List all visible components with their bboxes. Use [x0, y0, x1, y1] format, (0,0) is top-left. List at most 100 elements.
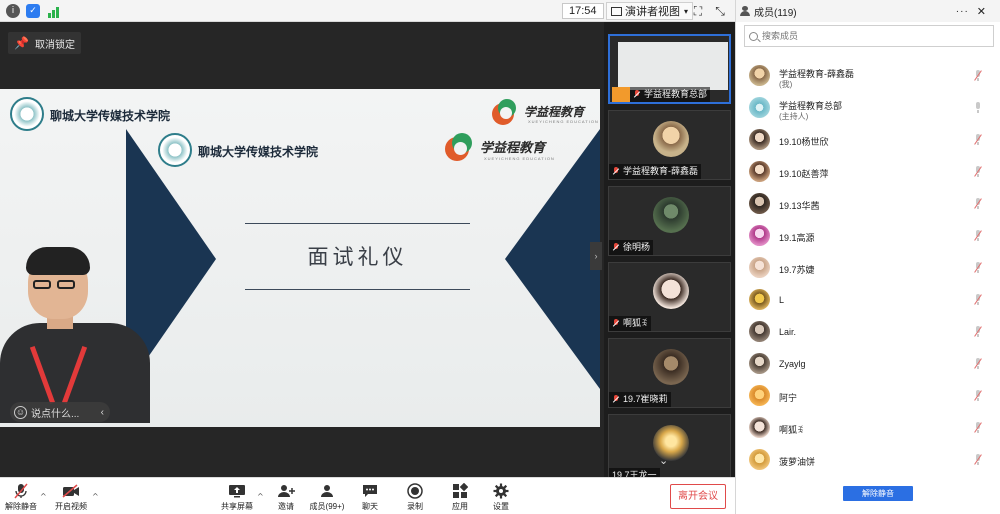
- member-row[interactable]: 19.7苏婕: [749, 253, 994, 283]
- mic-muted-icon[interactable]: [973, 326, 983, 338]
- member-row[interactable]: Lair.: [749, 317, 994, 347]
- exit-fullscreen-icon[interactable]: ⤡: [712, 3, 728, 19]
- member-row[interactable]: 菠萝油饼: [749, 445, 994, 475]
- record-button[interactable]: 录制: [390, 482, 440, 512]
- member-row[interactable]: 19.10赵善萍: [749, 157, 994, 187]
- avatar: [749, 385, 770, 406]
- avatar: [749, 321, 770, 342]
- chat-input[interactable]: ☺ 说点什么... ‹: [10, 402, 110, 422]
- member-row[interactable]: 学益程教育-薛鑫磊 (我): [749, 61, 994, 91]
- mic-muted-icon[interactable]: [973, 134, 983, 146]
- member-row[interactable]: 学益程教育总部 (主持人): [749, 93, 994, 123]
- mic-muted-icon[interactable]: [973, 294, 983, 306]
- avatar: [749, 161, 770, 182]
- start-video-button[interactable]: 开启视频: [46, 482, 96, 512]
- leave-meeting-button[interactable]: 离开会议: [670, 484, 726, 509]
- meeting-timer: 17:54: [562, 3, 604, 19]
- thumbnail-participant[interactable]: 学益程教育-薛鑫磊: [608, 110, 731, 180]
- chevron-up-icon[interactable]: ^: [92, 492, 99, 501]
- search-icon: [749, 31, 758, 41]
- avatar: [749, 65, 770, 86]
- mic-muted-icon[interactable]: [973, 70, 983, 82]
- speaker-view-label: 演讲者视图: [625, 6, 680, 18]
- avatar: [653, 197, 689, 233]
- chevron-down-icon: ▾: [684, 6, 689, 16]
- person-icon: [740, 6, 750, 16]
- meeting-window: i ✓ 17:54 演讲者视图 ▾ ⛶ ⤡ 📌 取消锁定 聊城大学传媒技术学院 …: [0, 0, 1000, 514]
- title-rule-bottom: [245, 289, 470, 290]
- slide-title: 面试礼仪: [307, 245, 408, 269]
- main-video-area: 📌 取消锁定 聊城大学传媒技术学院 学益程教育 XUEYICHENG EDUCA…: [0, 22, 604, 477]
- mic-muted-icon[interactable]: [973, 198, 983, 210]
- record-icon: [390, 482, 440, 499]
- avatar: [749, 97, 770, 118]
- mic-muted-icon[interactable]: [973, 262, 983, 274]
- unlock-button[interactable]: 📌 取消锁定: [8, 32, 81, 54]
- mic-muted-icon[interactable]: [973, 422, 983, 434]
- mic-muted-icon[interactable]: [973, 358, 983, 370]
- unlock-label: 取消锁定: [34, 39, 75, 51]
- participant-thumbnails: 学益程教育总部 学益程教育-薛鑫磊 徐明杨 啊狐ꉂ 19.7崔晓莉 19.7王龙…: [604, 22, 735, 484]
- video-off-icon: [46, 482, 96, 499]
- member-row[interactable]: 19.1高源: [749, 221, 994, 251]
- thumbnail-name: 19.7崔晓莉: [609, 392, 671, 407]
- member-search-input[interactable]: [762, 31, 982, 41]
- avatar: [749, 257, 770, 278]
- brand-name-mid: 学益程教育: [480, 141, 546, 156]
- members-panel: 成员(119) ··· ✕ 学益程教育-薛鑫磊 (我) 学益程教育总部 (主持人…: [735, 0, 1000, 514]
- mic-muted-icon: [612, 319, 620, 328]
- avatar: [653, 349, 689, 385]
- speaker-view-button[interactable]: 演讲者视图 ▾: [606, 2, 694, 20]
- presenter-video: [0, 245, 150, 423]
- member-row[interactable]: 19.13华茜: [749, 189, 994, 219]
- mic-muted-icon: [612, 395, 620, 404]
- avatar: [749, 225, 770, 246]
- title-rule-top: [245, 223, 470, 224]
- shield-icon[interactable]: ✓: [26, 3, 40, 18]
- chevron-down-icon[interactable]: ⌄: [659, 454, 668, 467]
- avatar: [749, 353, 770, 374]
- member-row[interactable]: 19.10杨世欣: [749, 125, 994, 155]
- top-bar: i ✓ 17:54 演讲者视图 ▾ ⛶ ⤡: [0, 0, 735, 22]
- mic-muted-icon[interactable]: [973, 166, 983, 178]
- fullscreen-icon[interactable]: ⛶: [690, 3, 706, 19]
- member-row[interactable]: L: [749, 285, 994, 315]
- member-row[interactable]: 啊狐ꉂ: [749, 413, 994, 443]
- avatar: [749, 417, 770, 438]
- brand-subtitle-top: XUEYICHENG EDUCATION: [528, 119, 599, 124]
- chevron-left-icon[interactable]: ‹: [101, 407, 104, 418]
- member-row[interactable]: 阿宁: [749, 381, 994, 411]
- info-icon[interactable]: i: [6, 3, 20, 18]
- collapse-thumbnails-handle[interactable]: ›: [590, 242, 602, 270]
- thumbnail-participant[interactable]: 啊狐ꉂ: [608, 262, 731, 332]
- members-panel-title: 成员(119): [754, 7, 797, 19]
- mic-icon: [633, 90, 641, 99]
- unmute-all-button[interactable]: 解除静音: [843, 486, 913, 501]
- grid-view-icon: [611, 6, 622, 16]
- member-row[interactable]: Zyaylg: [749, 349, 994, 379]
- brand-logo-mid: [445, 133, 475, 163]
- close-icon[interactable]: ✕: [977, 5, 986, 18]
- mic-muted-icon[interactable]: [973, 230, 983, 242]
- signal-icon[interactable]: [46, 4, 60, 18]
- avatar: [749, 289, 770, 310]
- mic-muted-icon[interactable]: [973, 390, 983, 402]
- share-screen-button[interactable]: 共享屏幕: [212, 482, 262, 512]
- avatar: [749, 449, 770, 470]
- member-search[interactable]: [744, 25, 994, 47]
- mic-muted-icon[interactable]: [973, 454, 983, 466]
- thumbnail-participant[interactable]: 19.7王龙一: [608, 414, 731, 484]
- thumbnail-participant[interactable]: 徐明杨: [608, 186, 731, 256]
- mic-icon[interactable]: [973, 102, 983, 114]
- thumbnail-name: 学益程教育总部: [630, 87, 711, 102]
- bottom-toolbar: 解除静音 ^ 开启视频 ^ 共享屏幕 ^ 邀请 成员(99+) 聊天 录制 应用…: [0, 477, 735, 514]
- avatar: [653, 273, 689, 309]
- more-icon[interactable]: ···: [956, 6, 969, 17]
- mic-muted-icon: [612, 167, 620, 176]
- settings-button[interactable]: 设置: [476, 482, 526, 512]
- chat-icon: [345, 482, 395, 499]
- thumbnail-host[interactable]: 学益程教育总部: [608, 34, 731, 104]
- thumbnail-participant[interactable]: 19.7崔晓莉: [608, 338, 731, 408]
- chat-button[interactable]: 聊天: [345, 482, 395, 512]
- smile-icon[interactable]: ☺: [14, 405, 27, 419]
